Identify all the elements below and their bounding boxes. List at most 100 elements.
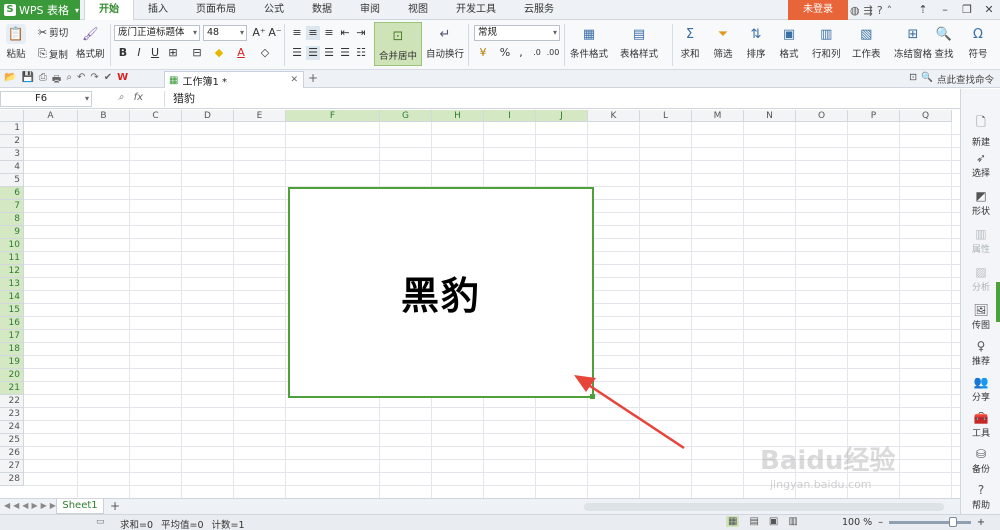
name-box[interactable]: F6 [0, 91, 92, 107]
merge-border-icon[interactable]: ⊟ [190, 46, 204, 60]
row-header-1[interactable]: 1 [0, 122, 24, 135]
column-header-K[interactable]: K [588, 110, 640, 122]
sheet-nav-arrows[interactable]: ◀◀◀▶▶▶ [4, 501, 59, 510]
shrink-font-icon[interactable]: A⁻ [268, 26, 282, 40]
tab-developer[interactable]: 开发工具 [442, 0, 510, 20]
conditional-format-button[interactable]: ▦ 条件格式 [570, 24, 608, 61]
cut-button[interactable]: ✂ 剪切 [38, 25, 68, 40]
column-header-I[interactable]: I [484, 110, 536, 122]
row-header-10[interactable]: 10 [0, 239, 24, 252]
minimize-icon[interactable]: – [934, 0, 956, 20]
find-command-box[interactable]: ⊡ 🔍 点此查找命令 [909, 72, 994, 86]
app-logo-menu[interactable]: S WPS 表格 ▾ [0, 0, 80, 20]
row-header-12[interactable]: 12 [0, 265, 24, 278]
column-header-O[interactable]: O [796, 110, 848, 122]
row-header-27[interactable]: 27 [0, 460, 24, 473]
table-style-button[interactable]: ▤ 表格样式 [620, 24, 658, 61]
column-header-J[interactable]: J [536, 110, 588, 122]
indent-increase-icon[interactable]: ⇥ [354, 26, 368, 40]
row-header-26[interactable]: 26 [0, 447, 24, 460]
row-header-23[interactable]: 23 [0, 408, 24, 421]
align-left-icon[interactable]: ☰ [290, 46, 304, 60]
row-header-28[interactable]: 28 [0, 473, 24, 486]
save-icon[interactable]: 💾 [21, 72, 33, 89]
column-header-F[interactable]: F [286, 110, 380, 122]
filter-button[interactable]: ⏷ 筛选 [713, 24, 733, 61]
percent-icon[interactable]: % [498, 46, 512, 60]
side-backup[interactable]: ⛁ 备份 [961, 447, 1000, 475]
side-new[interactable]: 🗋 新建 [961, 113, 1000, 148]
row-header-8[interactable]: 8 [0, 213, 24, 226]
column-header-P[interactable]: P [848, 110, 900, 122]
zoom-knob[interactable] [948, 517, 957, 527]
formula-input[interactable]: 猎豹 [164, 91, 960, 107]
side-upload-image[interactable]: 🖼 传图 [961, 303, 1000, 331]
side-properties[interactable]: ▥ 属性 [961, 227, 1000, 255]
skin-icon[interactable]: ◍ [850, 4, 860, 17]
grow-font-icon[interactable]: A⁺ [252, 26, 266, 40]
align-right-icon[interactable]: ☰ [322, 46, 336, 60]
copy-button[interactable]: ⎘ 复制 [38, 47, 68, 61]
normal-view-icon[interactable]: ▦ [726, 516, 740, 527]
align-middle-icon[interactable]: ≡ [306, 26, 320, 40]
format-button[interactable]: ▣ 格式 [779, 24, 799, 61]
layout-icon[interactable]: ⊡ [909, 72, 917, 86]
tab-cloud[interactable]: 云服务 [510, 0, 568, 20]
align-top-icon[interactable]: ≡ [290, 26, 304, 40]
symbol-button[interactable]: Ω 符号 [968, 24, 988, 61]
font-size-select[interactable]: 48 [203, 25, 247, 41]
justify-icon[interactable]: ☰ [338, 46, 352, 60]
row-header-18[interactable]: 18 [0, 343, 24, 356]
document-tab[interactable]: ▦ 工作簿1 * ✕ [164, 71, 304, 88]
column-header-H[interactable]: H [432, 110, 484, 122]
row-header-5[interactable]: 5 [0, 174, 24, 187]
horizontal-scrollbar[interactable] [584, 503, 944, 511]
print-preview-icon[interactable]: ⌕ [66, 72, 72, 89]
column-header-C[interactable]: C [130, 110, 182, 122]
column-header-D[interactable]: D [182, 110, 234, 122]
decrease-decimal-icon[interactable]: .00 [546, 46, 560, 60]
distributed-icon[interactable]: ☷ [354, 46, 368, 60]
format-painter-button[interactable]: 🖌 格式刷 [76, 24, 105, 61]
tab-home[interactable]: 开始 [84, 0, 134, 20]
column-header-Q[interactable]: Q [900, 110, 952, 122]
tab-formulas[interactable]: 公式 [250, 0, 298, 20]
maximize-icon[interactable]: ❐ [956, 0, 978, 20]
add-sheet-button[interactable]: + [110, 499, 120, 513]
wps-icon[interactable]: W [117, 72, 128, 89]
tab-insert[interactable]: 插入 [134, 0, 182, 20]
undo-icon[interactable]: ↶ [77, 72, 85, 89]
column-header-E[interactable]: E [234, 110, 286, 122]
increase-decimal-icon[interactable]: .0 [530, 46, 544, 60]
clear-format-icon[interactable]: ◇ [258, 46, 272, 60]
tab-data[interactable]: 数据 [298, 0, 346, 20]
row-header-15[interactable]: 15 [0, 304, 24, 317]
login-button[interactable]: 未登录 [788, 0, 848, 20]
tab-page-layout[interactable]: 页面布局 [182, 0, 250, 20]
merge-center-button[interactable]: ⊡ 合并居中 [374, 22, 422, 66]
row-header-22[interactable]: 22 [0, 395, 24, 408]
font-name-select[interactable]: 庞门正道标题体 [114, 25, 200, 41]
export-icon[interactable]: ⎙ [39, 72, 47, 89]
upload-icon[interactable]: ⇡ [912, 0, 934, 20]
select-all-corner[interactable] [0, 110, 24, 122]
customize-icon[interactable]: ✔ [104, 72, 112, 89]
row-header-7[interactable]: 7 [0, 200, 24, 213]
row-header-13[interactable]: 13 [0, 278, 24, 291]
row-header-25[interactable]: 25 [0, 434, 24, 447]
row-header-2[interactable]: 2 [0, 135, 24, 148]
side-analyze[interactable]: ▨ 分析 [961, 265, 1000, 293]
sort-button[interactable]: ⇅ 排序 [746, 24, 766, 61]
open-folder-icon[interactable]: 📂 [4, 72, 16, 89]
side-shape[interactable]: ◩ 形状 [961, 189, 1000, 217]
column-header-L[interactable]: L [640, 110, 692, 122]
zoom-out-icon[interactable]: – [878, 517, 883, 528]
close-icon[interactable]: ✕ [978, 0, 1000, 20]
wrap-text-button[interactable]: ↵ 自动换行 [426, 24, 464, 61]
row-header-16[interactable]: 16 [0, 317, 24, 330]
fx-icon[interactable]: fx [134, 92, 143, 103]
side-share[interactable]: 👥 分享 [961, 375, 1000, 403]
fill-color-icon[interactable]: ◆ [212, 46, 226, 60]
merged-cell-F6[interactable]: 黑豹 [288, 187, 594, 398]
row-header-20[interactable]: 20 [0, 369, 24, 382]
